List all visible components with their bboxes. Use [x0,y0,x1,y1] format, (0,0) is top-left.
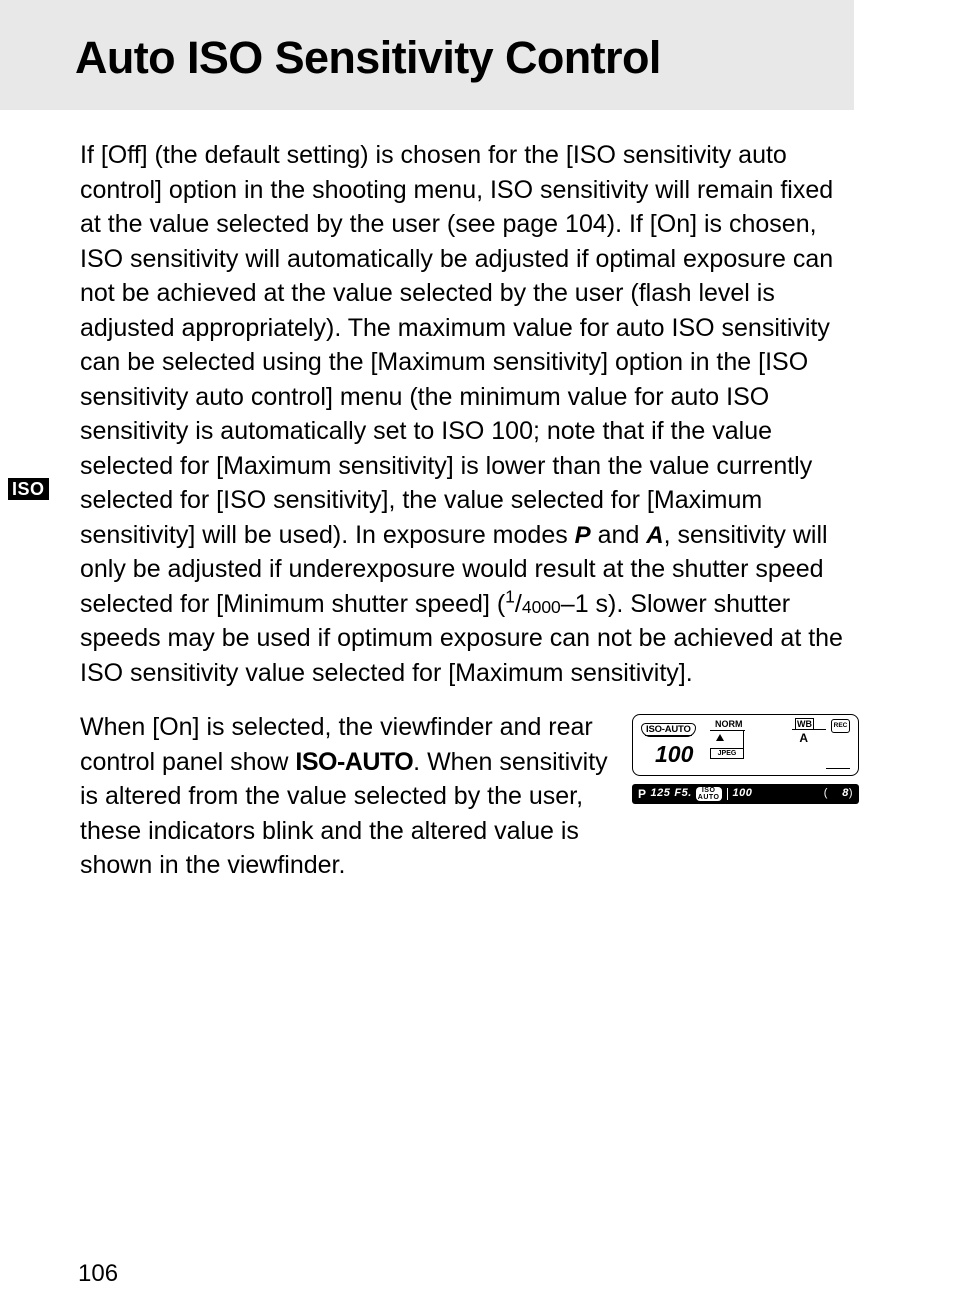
vf-iso-bot: AUTO [698,794,720,801]
iso-auto-bold-label: ISO-AUTO [295,748,413,776]
paragraph-1: If [Off] (the default setting) is chosen… [80,138,859,690]
p1-text-b: and [591,521,647,549]
fraction-numerator: 1 [505,586,515,606]
lcd-quality-box: JPEG [710,730,744,768]
vf-frame-count: ( 8) [824,786,853,801]
lcd-rec-indicator: REC [831,719,850,733]
vf-count-value: 8 [842,787,849,799]
page-title: Auto ISO Sensitivity Control [75,32,854,84]
lcd-jpeg-label: JPEG [710,748,744,759]
lcd-iso-auto-text: ISO-AUTO [645,724,692,736]
iso-section-tab: ISO [8,478,49,500]
lcd-iso-value: 100 [655,739,693,771]
lcd-wb-mode: A [799,730,808,747]
fraction-denominator: 4000 [522,597,561,617]
viewfinder-illustration: P 125 F5. ISO AUTO 100 ( 8) [632,784,859,804]
mode-p-glyph: P [575,522,591,549]
p1-text-a: If [Off] (the default setting) is chosen… [80,141,833,549]
vf-iso-auto-indicator: ISO AUTO [696,787,722,801]
vf-iso-value: 100 [733,786,753,801]
page-number: 106 [78,1260,118,1288]
vf-aperture: F5. [674,786,691,801]
vf-shutter: 125 [651,786,671,801]
display-illustrations: ISO-AUTO 100 NORM JPEG WB A REC P 125 F5… [632,714,859,804]
fraction-sep: / [515,590,522,618]
rear-control-panel-illustration: ISO-AUTO 100 NORM JPEG WB A REC [632,714,859,776]
vf-iso-top: ISO [698,787,720,794]
mode-a-glyph: A [646,522,663,549]
vf-mode: P [638,786,647,803]
paragraph-2: When [On] is selected, the viewfinder an… [80,710,614,883]
lcd-iso-auto-indicator: ISO-AUTO [641,723,696,737]
